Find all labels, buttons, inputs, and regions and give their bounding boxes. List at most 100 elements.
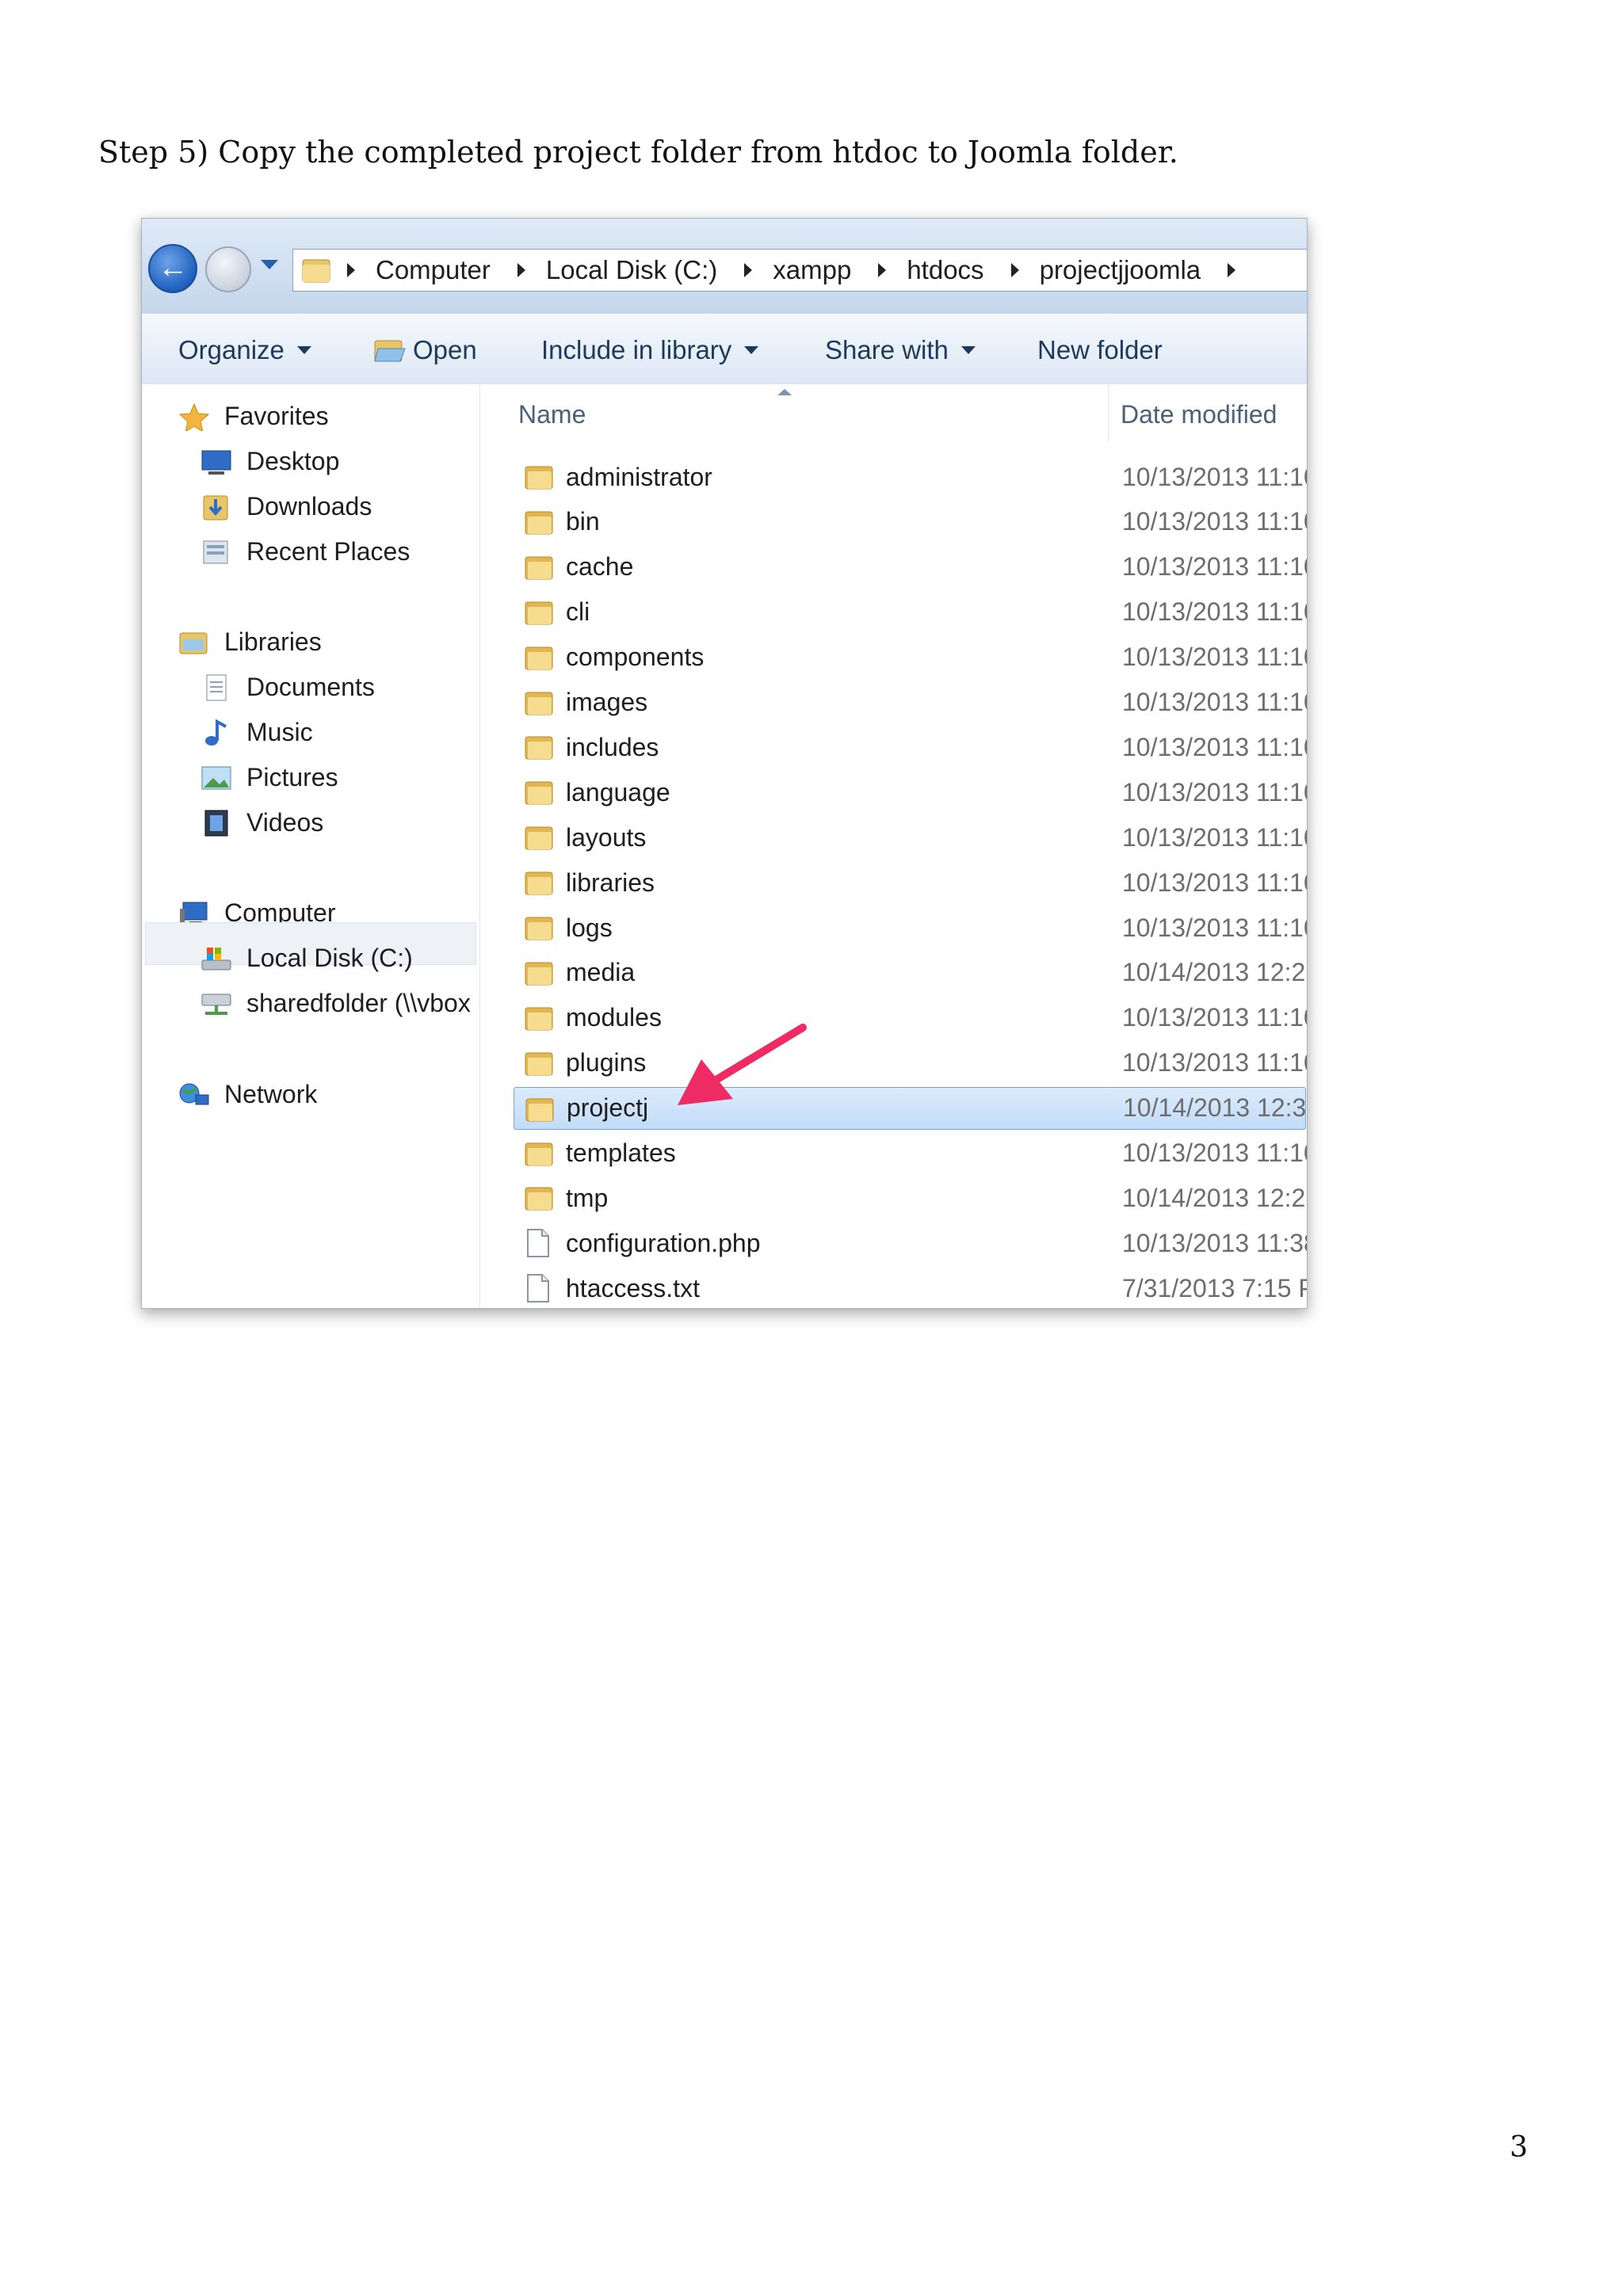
table-row[interactable]: plugins 10/13/2013 11:10 ... [514,1042,1307,1085]
file-name: bin [566,507,600,536]
breadcrumb-xampp[interactable]: xampp [773,255,851,285]
file-list: Name Date modified administrator 10/13/20… [480,384,1307,1308]
file-date-modified: 10/13/2013 11:10 ... [1122,1003,1307,1032]
breadcrumb-separator-icon[interactable] [878,263,887,277]
table-row[interactable]: tmp 10/14/2013 12:27 ... [514,1177,1307,1219]
breadcrumb-htdocs[interactable]: htdocs [907,255,983,285]
nav-sharedfolder[interactable]: sharedfolder (\\vbox [200,989,471,1018]
nav-local-disk[interactable]: Local Disk (C:) [200,944,413,973]
share-with-button[interactable]: Share with [825,335,976,365]
nav-network[interactable]: Network [178,1080,317,1109]
nav-downloads[interactable]: Downloads [200,492,372,521]
table-row[interactable]: includes 10/13/2013 11:10 ... [514,726,1307,769]
file-date-modified: 10/14/2013 12:27 ... [1122,958,1307,987]
table-row[interactable]: templates 10/13/2013 11:10 ... [514,1132,1307,1175]
file-name: templates [566,1138,676,1167]
videos-icon [204,810,228,836]
file-date-modified: 10/13/2013 11:10 ... [1122,777,1307,807]
nav-pictures[interactable]: Pictures [200,763,338,792]
table-row[interactable]: cache 10/13/2013 11:10 ... [514,546,1307,589]
table-row[interactable]: configuration.php 10/13/2013 11:38 ... [514,1222,1307,1264]
nav-desktop[interactable]: Desktop [200,447,339,476]
table-row[interactable]: htaccess.txt 7/31/2013 7:15 PM [514,1267,1307,1308]
file-name: media [566,958,636,987]
forward-arrow-icon[interactable] [205,246,251,292]
file-date-modified: 10/13/2013 11:10 ... [1122,462,1307,491]
file-name: tmp [566,1183,609,1212]
nav-libraries[interactable]: Libraries [178,627,322,657]
navigation-pane: Favorites Desktop Downloads Recent Place… [142,384,480,1308]
file-date-modified: 10/14/2013 12:31 ... [1123,1093,1307,1123]
file-name: components [566,643,705,672]
table-row[interactable]: bin 10/13/2013 11:10 ... [514,501,1307,543]
nav-favorites[interactable]: Favorites [178,402,329,431]
table-row-selected[interactable]: projectj 10/14/2013 12:31 ... [514,1086,1307,1130]
file-date-modified: 10/13/2013 11:10 ... [1122,822,1307,852]
open-button[interactable]: Open [373,335,477,365]
breadcrumb-separator-icon[interactable] [744,263,753,277]
file-name: plugins [566,1048,647,1077]
file-date-modified: 10/13/2013 11:10 ... [1122,868,1307,897]
folder-icon [525,781,553,805]
file-name: layouts [566,822,647,852]
file-name: libraries [566,868,655,897]
file-name: language [566,777,670,807]
folder-icon [525,962,553,986]
documents-icon [206,674,227,700]
folder-icon [525,1187,553,1211]
breadcrumb-separator-icon[interactable] [1010,263,1019,277]
folder-icon [525,511,553,535]
table-row[interactable]: language 10/13/2013 11:10 ... [514,771,1307,814]
folder-icon [302,259,330,283]
table-row[interactable]: cli 10/13/2013 11:10 ... [514,591,1307,634]
breadcrumb-local-disk[interactable]: Local Disk (C:) [546,255,717,285]
table-row[interactable]: libraries 10/13/2013 11:10 ... [514,861,1307,904]
file-date-modified: 10/13/2013 11:10 ... [1122,507,1307,536]
breadcrumb-separator-icon[interactable] [1228,263,1236,277]
column-date-modified-header[interactable]: Date modified [1121,400,1277,429]
table-row[interactable]: modules 10/13/2013 11:10 ... [514,997,1307,1039]
file-date-modified: 10/13/2013 11:10 ... [1122,643,1307,672]
explorer-window: ← Computer Local Disk (C:) xampp htdocs … [141,218,1308,1309]
folder-icon [525,736,553,760]
breadcrumb-separator-icon[interactable] [517,263,525,277]
nav-music-label: Music [246,718,313,746]
nav-pictures-label: Pictures [246,763,338,791]
column-header: Name Date modified [480,384,1307,441]
nav-music[interactable]: Music [200,718,313,747]
file-name: cli [566,597,590,627]
address-bar[interactable]: Computer Local Disk (C:) xampp htdocs pr… [292,249,1307,292]
breadcrumb-separator-icon[interactable] [347,263,355,277]
breadcrumb-projectjjoomla[interactable]: projectjjoomla [1040,255,1201,285]
breadcrumb-computer[interactable]: Computer [376,255,491,285]
table-row[interactable]: layouts 10/13/2013 11:10 ... [514,816,1307,859]
include-in-library-button[interactable]: Include in library [541,335,759,365]
folder-icon [525,826,553,850]
star-icon [178,402,210,431]
nav-videos[interactable]: Videos [200,808,323,837]
column-name-header[interactable]: Name [518,400,586,429]
table-row[interactable]: administrator 10/13/2013 11:10 ... [514,456,1307,498]
file-name: cache [566,552,634,582]
folder-icon [525,1052,553,1076]
music-icon [205,719,227,746]
file-date-modified: 7/31/2013 7:15 PM [1122,1273,1307,1302]
file-date-modified: 10/13/2013 11:10 ... [1122,732,1307,761]
table-row[interactable]: media 10/14/2013 12:27 ... [514,952,1307,994]
new-folder-button[interactable]: New folder [1037,335,1163,365]
back-arrow-icon[interactable]: ← [148,244,197,293]
organize-button[interactable]: Organize [178,335,311,365]
table-row[interactable]: images 10/13/2013 11:10 ... [514,681,1307,724]
nav-documents[interactable]: Documents [200,673,375,702]
table-row[interactable]: components 10/13/2013 11:10 ... [514,636,1307,679]
file-name: projectj [567,1093,649,1123]
nav-network-label: Network [224,1080,318,1108]
page-number: 3 [1510,2131,1528,2164]
recent-pages-dropdown-icon[interactable] [261,260,278,269]
folder-icon [525,692,553,715]
column-divider[interactable] [1108,384,1109,441]
nav-recent-places[interactable]: Recent Places [200,537,410,566]
nav-sharedfolder-label: sharedfolder (\\vbox [246,989,471,1017]
nav-libraries-label: Libraries [224,627,322,656]
table-row[interactable]: logs 10/13/2013 11:10 ... [514,906,1307,949]
